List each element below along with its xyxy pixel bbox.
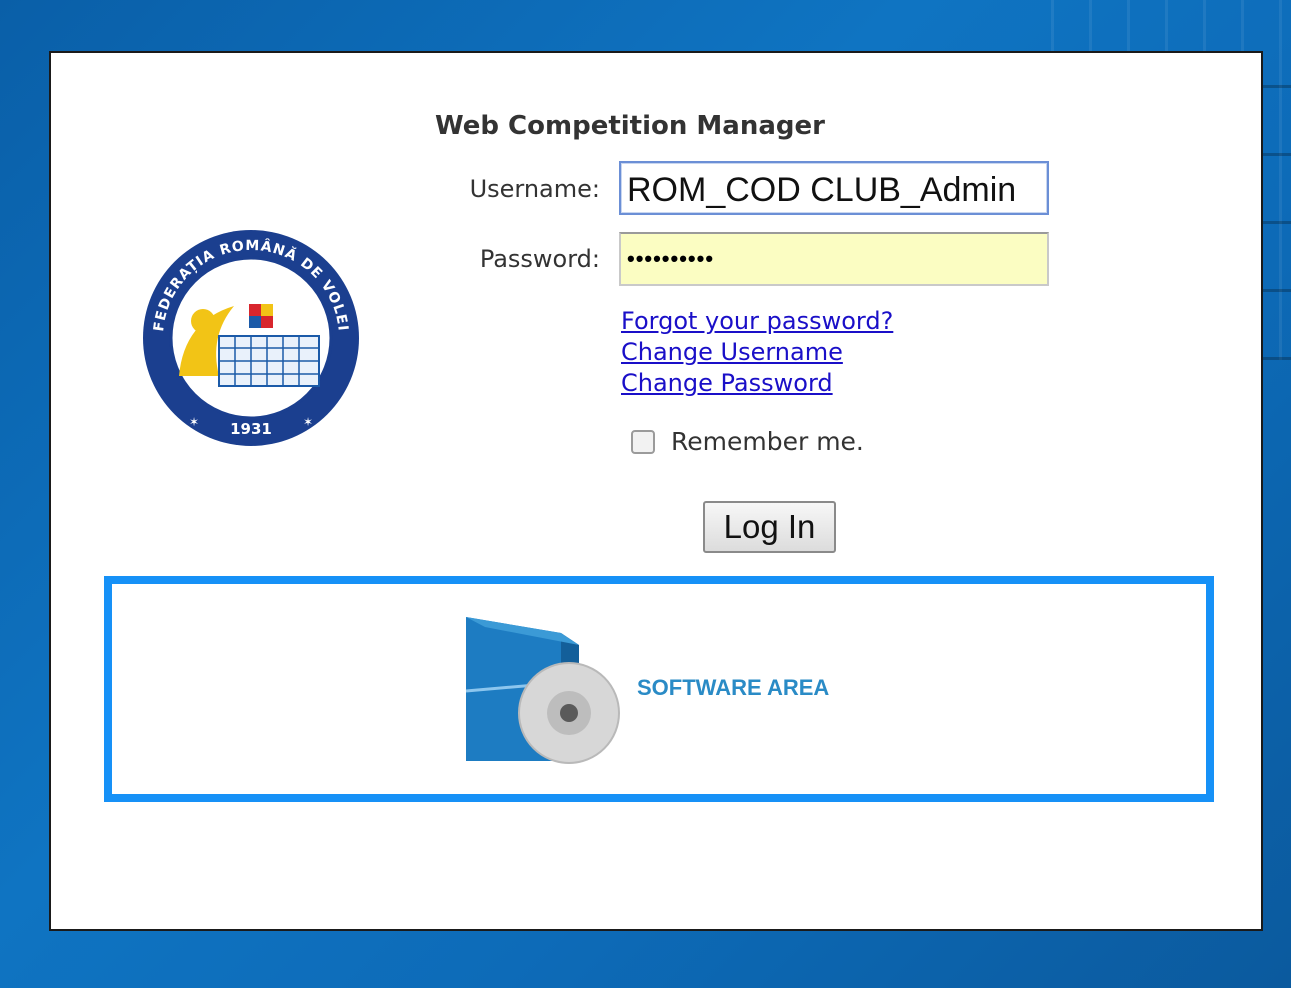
remember-me: Remember me. (631, 427, 864, 456)
logo-year: 1931 (230, 420, 272, 438)
remember-me-label: Remember me. (671, 427, 864, 456)
federation-logo: FEDERAȚIA ROMÂNĂ DE VOLEI 1931 ✶ ✶ (143, 230, 359, 446)
change-password-link[interactable]: Change Password (621, 368, 893, 399)
svg-text:✶: ✶ (189, 415, 199, 429)
page-title: Web Competition Manager (435, 111, 825, 141)
login-button[interactable]: Log In (703, 501, 836, 553)
svg-text:✶: ✶ (303, 415, 313, 429)
password-input[interactable]: •••••••••• (619, 232, 1049, 286)
username-input[interactable]: ROM_COD CLUB_Admin (619, 161, 1049, 215)
username-label: Username: (469, 175, 600, 203)
login-panel: Web Competition Manager FEDERAȚIA ROMÂNĂ… (49, 51, 1263, 931)
change-username-link[interactable]: Change Username (621, 337, 893, 368)
remember-me-checkbox[interactable] (631, 429, 655, 454)
software-box-icon (465, 617, 620, 764)
password-label: Password: (479, 245, 600, 273)
forgot-password-link[interactable]: Forgot your password? (621, 306, 893, 337)
software-area-label[interactable]: SOFTWARE AREA (637, 675, 829, 701)
account-links: Forgot your password? Change Username Ch… (621, 306, 893, 399)
